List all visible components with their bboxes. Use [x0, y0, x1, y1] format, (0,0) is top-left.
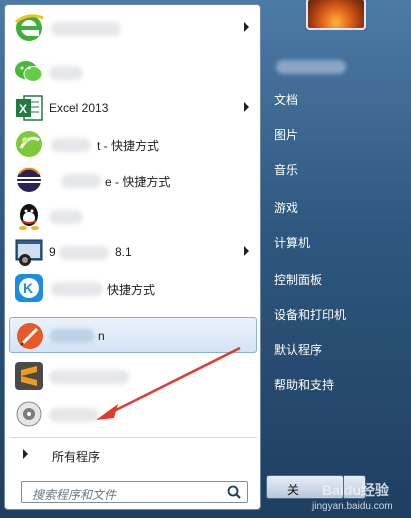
red-annotation-arrow [96, 346, 241, 420]
start-menu: X Excel 2013 t - 快捷方式 e - 快捷方式 9 8.1 K 快… [0, 0, 411, 518]
